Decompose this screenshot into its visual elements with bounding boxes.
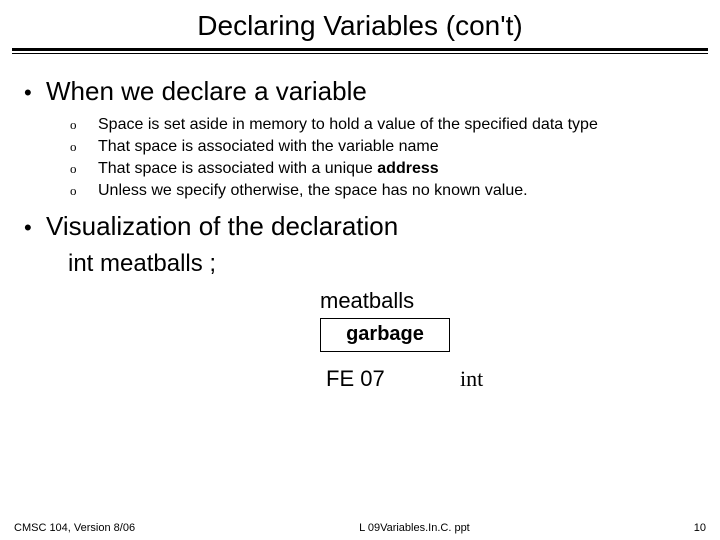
bullet-1: • When we declare a variable <box>24 76 696 107</box>
sub-mark-icon: o <box>70 137 98 157</box>
sub-item: oThat space is associated with a unique … <box>70 159 696 179</box>
address-label: FE 07 <box>326 366 385 392</box>
slide-body: • When we declare a variable oSpace is s… <box>0 54 720 428</box>
bullet-dot-icon: • <box>24 76 46 104</box>
sub-item: oSpace is set aside in memory to hold a … <box>70 115 696 135</box>
footer-center: L 09Variables.In.C. ppt <box>135 522 694 534</box>
sub-text: Space is set aside in memory to hold a v… <box>98 115 598 135</box>
declaration-visualization: meatballs garbage FE 07 int <box>24 288 696 428</box>
bullet-dot-icon: • <box>24 211 46 239</box>
sub-text: That space is associated with the variab… <box>98 137 439 157</box>
var-name-label: meatballs <box>320 288 414 314</box>
footer-right: 10 <box>694 522 706 534</box>
sublist-1: oSpace is set aside in memory to hold a … <box>70 115 696 201</box>
code-line: int meatballs ; <box>68 250 696 278</box>
sub-text: Unless we specify otherwise, the space h… <box>98 181 528 201</box>
footer: CMSC 104, Version 8/06 L 09Variables.In.… <box>0 522 720 534</box>
sub-mark-icon: o <box>70 181 98 201</box>
sub-item: oThat space is associated with the varia… <box>70 137 696 157</box>
sub-item: oUnless we specify otherwise, the space … <box>70 181 696 201</box>
bullet-2: • Visualization of the declaration <box>24 211 696 242</box>
footer-left: CMSC 104, Version 8/06 <box>14 522 135 534</box>
title-rule-thick <box>12 48 708 51</box>
sub-text: That space is associated with a unique a… <box>98 159 439 179</box>
slide: Declaring Variables (con't) • When we de… <box>0 0 720 540</box>
bullet-2-text: Visualization of the declaration <box>46 211 398 242</box>
bullet-1-text: When we declare a variable <box>46 76 367 107</box>
type-label: int <box>460 366 483 392</box>
sub-mark-icon: o <box>70 115 98 135</box>
sub-mark-icon: o <box>70 159 98 179</box>
memory-box: garbage <box>320 318 450 352</box>
slide-title: Declaring Variables (con't) <box>0 0 720 48</box>
